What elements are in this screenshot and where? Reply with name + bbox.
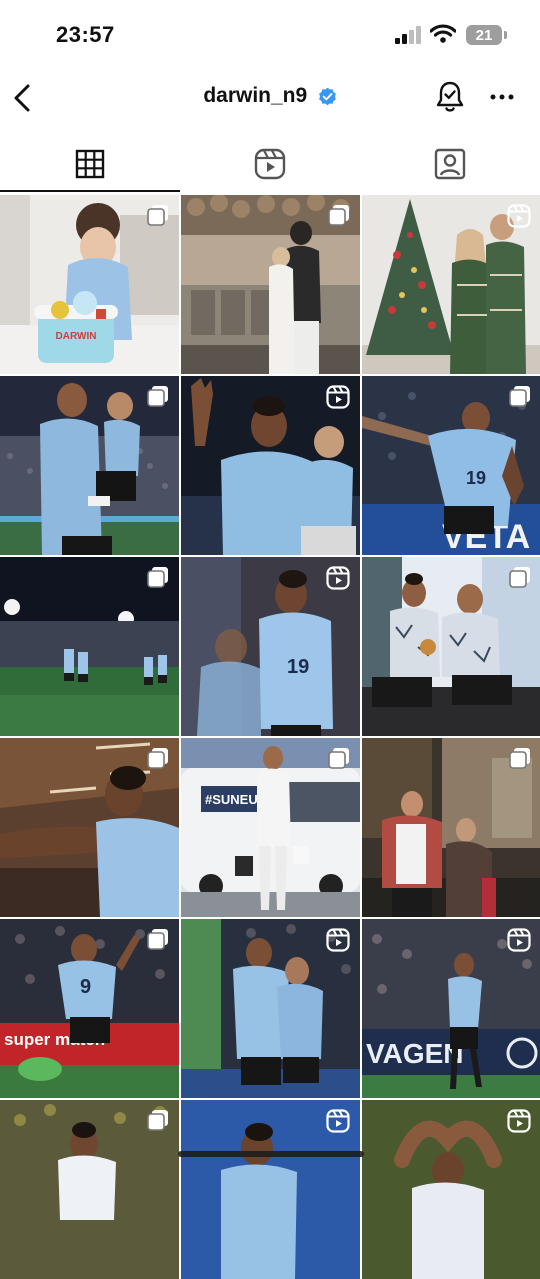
carousel-icon xyxy=(509,567,530,588)
post-thumbnail[interactable] xyxy=(362,195,540,374)
active-tab-indicator xyxy=(0,190,180,192)
post-thumbnail[interactable] xyxy=(0,1100,179,1279)
carousel-icon xyxy=(328,748,349,769)
carousel-icon xyxy=(147,748,168,769)
shirt-number: 19 xyxy=(466,468,486,488)
bus-text: #SUNEU xyxy=(205,792,258,807)
board-text: VAGEN xyxy=(366,1038,464,1069)
verified-badge-icon xyxy=(318,87,336,105)
grid-icon xyxy=(75,149,105,179)
carousel-icon xyxy=(147,567,168,588)
post-thumbnail[interactable] xyxy=(181,376,360,555)
carousel-icon xyxy=(147,386,168,407)
tab-reels[interactable] xyxy=(180,136,360,192)
carousel-icon xyxy=(328,205,349,226)
shirt-number: 19 xyxy=(287,656,309,678)
wifi-icon xyxy=(430,24,456,43)
post-thumbnail[interactable] xyxy=(362,557,540,736)
home-indicator[interactable] xyxy=(178,1151,364,1157)
post-thumbnail[interactable]: #SUNEU xyxy=(181,738,360,917)
more-options-icon[interactable] xyxy=(486,82,518,112)
battery-tip xyxy=(504,31,507,39)
post-thumbnail[interactable] xyxy=(181,195,360,374)
post-thumbnail[interactable]: DARWIN xyxy=(0,195,179,374)
post-thumbnail[interactable]: super match 9 xyxy=(0,919,179,1098)
reel-icon xyxy=(507,928,531,952)
reel-icon xyxy=(326,928,350,952)
clock: 23:57 xyxy=(56,22,115,47)
reels-icon xyxy=(254,148,286,180)
carousel-icon xyxy=(147,205,168,226)
post-thumbnail[interactable] xyxy=(362,1100,540,1279)
carousel-icon xyxy=(509,386,530,407)
shirt-number: 9 xyxy=(80,976,91,998)
post-thumbnail[interactable] xyxy=(362,738,540,917)
status-bar: 23:57 21 xyxy=(0,0,540,70)
profile-header: darwin_n9 xyxy=(0,70,540,126)
reel-icon xyxy=(326,1109,350,1133)
post-thumbnail[interactable] xyxy=(181,1100,360,1279)
reel-icon xyxy=(326,385,350,409)
tab-tagged[interactable] xyxy=(360,136,540,192)
notification-bell-icon[interactable] xyxy=(434,80,466,114)
reel-icon xyxy=(507,1109,531,1133)
post-thumbnail[interactable]: 19 xyxy=(181,557,360,736)
profile-username: darwin_n9 xyxy=(203,84,308,107)
post-thumbnail[interactable] xyxy=(0,557,179,736)
tab-posts-grid[interactable] xyxy=(0,136,180,192)
battery-icon: 21 xyxy=(466,25,502,45)
post-thumbnail[interactable] xyxy=(0,376,179,555)
post-thumbnail[interactable] xyxy=(181,919,360,1098)
reel-icon xyxy=(507,204,531,228)
profile-tabs xyxy=(0,136,540,194)
cellular-signal-icon xyxy=(395,26,421,44)
battery-level: 21 xyxy=(475,27,493,44)
tagged-user-icon xyxy=(434,148,466,180)
carousel-icon xyxy=(147,1110,168,1131)
post-thumbnail[interactable]: VETA 19 xyxy=(362,376,540,555)
carousel-icon xyxy=(509,748,530,769)
post-thumbnail[interactable]: VAGEN xyxy=(362,919,540,1098)
carousel-icon xyxy=(147,929,168,950)
cake-text: DARWIN xyxy=(56,331,97,342)
reel-icon xyxy=(326,566,350,590)
post-thumbnail[interactable] xyxy=(0,738,179,917)
